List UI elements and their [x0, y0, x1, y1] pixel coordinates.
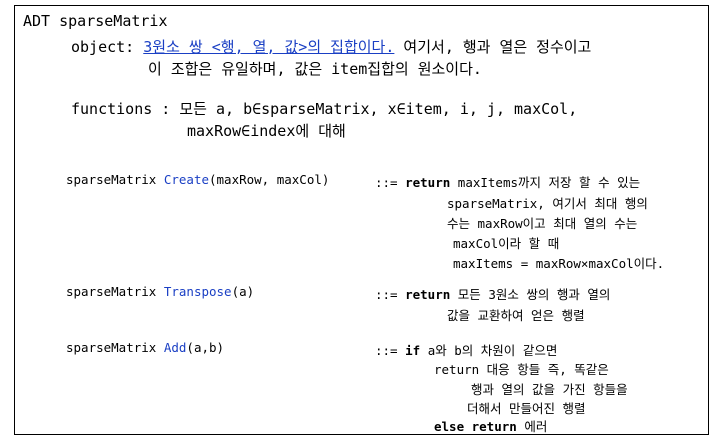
add-else: else return 에러 — [434, 416, 547, 435]
transpose-desc-2: 값을 교환하여 얻은 행렬 — [447, 308, 585, 323]
object-rest: 여기서, 행과 열은 정수이고 — [394, 38, 592, 56]
add-desc-3: 행과 열의 값을 가진 항들을 — [471, 382, 628, 397]
create-type: sparseMatrix — [66, 172, 164, 187]
functions-line-2: maxRow∈index에 대해 — [187, 122, 346, 140]
add-desc-1: ::= if a와 b의 차원이 같으면 — [375, 340, 557, 359]
add-else-text: 에러 — [516, 419, 548, 434]
add-keyword: if — [405, 343, 421, 358]
transpose-desc-1-text: 모든 3원소 쌍의 행과 열의 — [450, 287, 611, 302]
adt-title: ADT sparseMatrix — [23, 12, 168, 30]
create-desc-3: 수는 maxRow이고 최대 열의 수는 — [447, 216, 638, 231]
create-op: ::= — [375, 175, 406, 190]
adt-definition-box: ADT sparseMatrix object: 3원소 쌍 <행, 열, 값>… — [14, 5, 709, 435]
transpose-args: (a) — [231, 284, 255, 299]
transpose-keyword: return — [405, 287, 451, 302]
create-desc-4: maxCol이라 할 때 — [453, 236, 560, 251]
add-op: ::= — [375, 343, 406, 358]
add-else-keyword: else return — [434, 419, 517, 434]
transpose-op: ::= — [375, 287, 406, 302]
transpose-type: sparseMatrix — [66, 284, 164, 299]
add-args: (a,b) — [186, 340, 225, 355]
transpose-desc-1: ::= return 모든 3원소 쌍의 행과 열의 — [375, 284, 610, 303]
transpose-signature: sparseMatrix Transpose(a) — [66, 284, 254, 299]
create-desc-1-text: maxItems까지 저장 할 수 있는 — [450, 175, 641, 190]
create-args: (maxRow, maxCol) — [209, 172, 330, 187]
create-desc-1: ::= return maxItems까지 저장 할 수 있는 — [375, 172, 640, 191]
create-keyword: return — [405, 175, 451, 190]
create-desc-5: maxItems = maxRow×maxCol이다. — [453, 256, 665, 271]
create-signature: sparseMatrix Create(maxRow, maxCol) — [66, 172, 329, 187]
add-desc-2: return 대응 항들 즉, 똑같은 — [434, 362, 609, 377]
object-line-1: object: 3원소 쌍 <행, 열, 값>의 집합이다. 여기서, 행과 열… — [71, 36, 591, 57]
create-desc-2: sparseMatrix, 여기서 최대 행의 — [447, 196, 648, 211]
add-signature: sparseMatrix Add(a,b) — [66, 340, 224, 355]
functions-line-1: functions : 모든 a, b∈sparseMatrix, x∈item… — [71, 100, 578, 118]
create-name: Create — [163, 172, 209, 187]
object-highlight: 3원소 쌍 <행, 열, 값>의 집합이다. — [143, 38, 395, 56]
add-desc-1-text: a와 b의 차원이 같으면 — [420, 343, 558, 358]
object-line-2: 이 조합은 유일하며, 값은 item집합의 원소이다. — [148, 60, 482, 78]
add-type: sparseMatrix — [66, 340, 164, 355]
add-desc-4: 더해서 만들어진 행렬 — [467, 401, 586, 416]
add-name: Add — [163, 340, 187, 355]
object-label: object: — [71, 38, 135, 56]
transpose-name: Transpose — [163, 284, 232, 299]
